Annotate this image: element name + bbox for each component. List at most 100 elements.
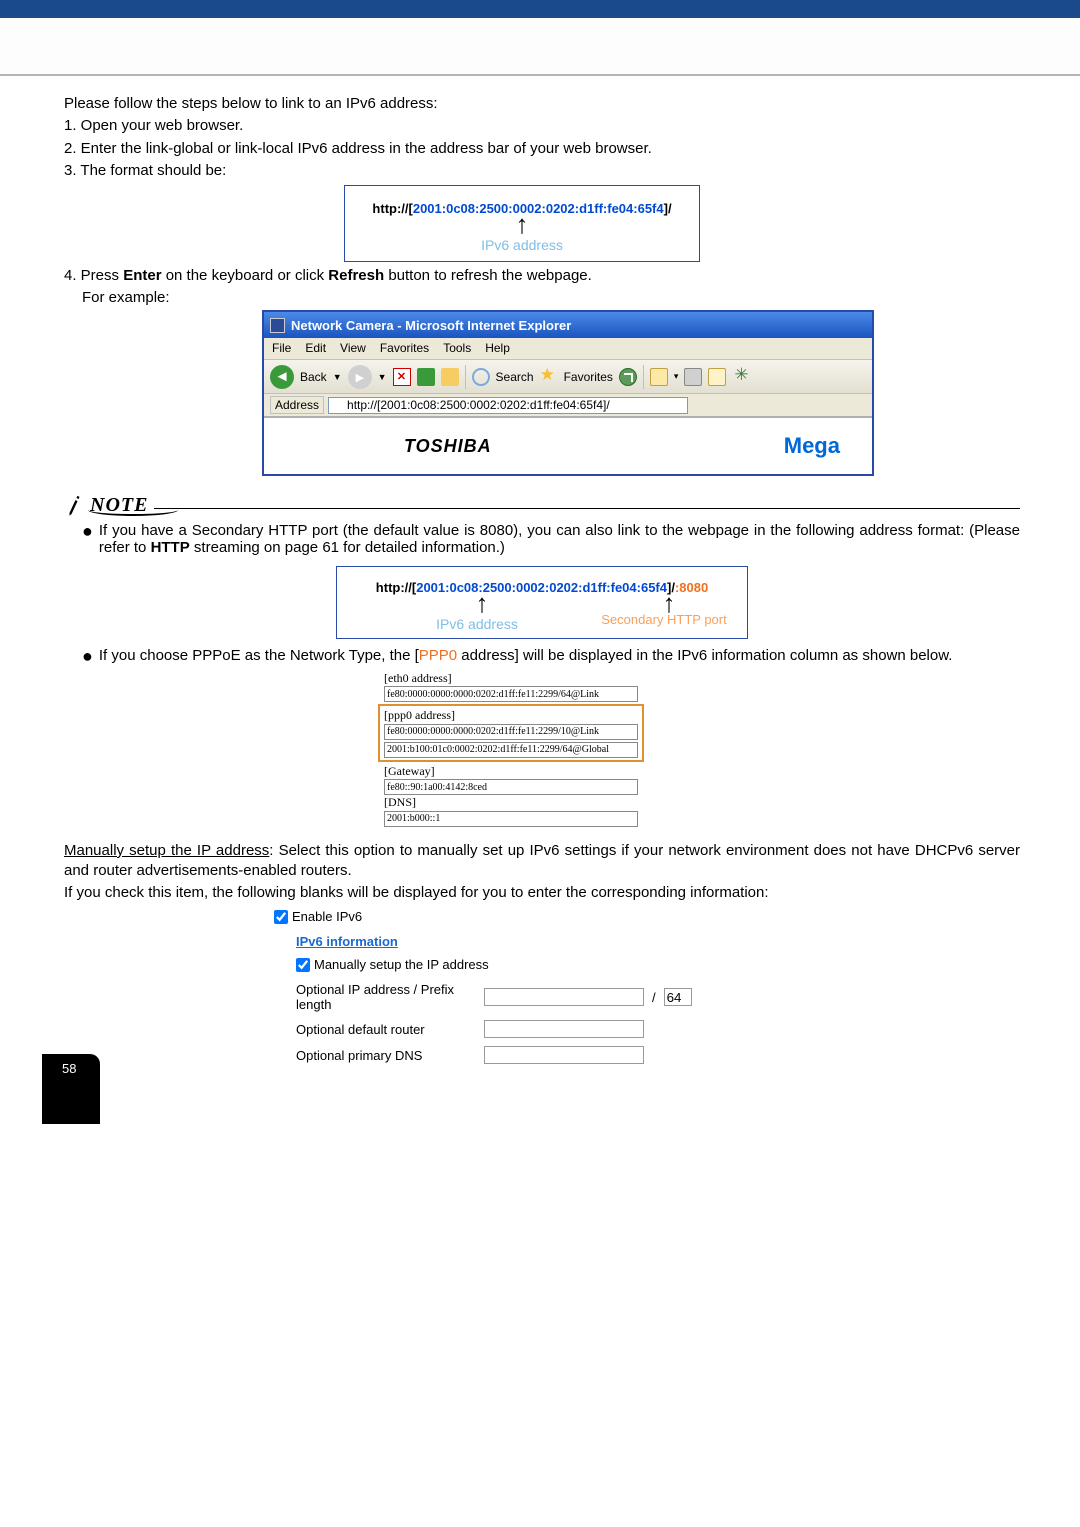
ppp0-value-2 bbox=[384, 742, 638, 758]
nb1-c: streaming on page 61 for detailed inform… bbox=[190, 539, 505, 556]
top-color-band bbox=[0, 0, 1080, 18]
ip-prefix-row: Optional IP address / Prefix length / bbox=[296, 982, 1020, 1012]
label-row: IPv6 address Secondary HTTP port bbox=[345, 612, 739, 632]
note-bullet-1: ● If you have a Secondary HTTP port (the… bbox=[82, 522, 1020, 556]
step-4: 4. Press Enter on the keyboard or click … bbox=[64, 266, 1020, 286]
ipv6-format-box: http://[2001:0c08:2500:0002:0202:d1ff:fe… bbox=[344, 185, 700, 262]
page-number: 58 bbox=[62, 1061, 76, 1076]
ie-addressbar: Address bbox=[264, 394, 872, 418]
manual-head: Manually setup the IP address bbox=[64, 842, 269, 859]
discuss-icon[interactable]: ✳ bbox=[732, 368, 750, 386]
default-router-input[interactable] bbox=[484, 1020, 644, 1038]
mail-icon[interactable] bbox=[650, 368, 668, 386]
note-block: NOTE bbox=[64, 494, 1020, 516]
default-router-label: Optional default router bbox=[296, 1022, 476, 1037]
back-dropdown-icon[interactable]: ▼ bbox=[333, 372, 342, 382]
toolbar-divider-2 bbox=[643, 365, 644, 389]
favorites-label[interactable]: Favorites bbox=[564, 370, 613, 384]
enable-ipv6-checkbox[interactable] bbox=[274, 910, 288, 924]
manual-setup-text: Manually setup the IP address: Select th… bbox=[64, 841, 1020, 882]
back-button-icon[interactable]: ◄ bbox=[270, 365, 294, 389]
ipv6-label-2: IPv6 address bbox=[355, 616, 599, 632]
ie-menubar: File Edit View Favorites Tools Help bbox=[264, 338, 872, 360]
arrow-up-icon-2: ↑ bbox=[355, 596, 609, 612]
manual-setup-checkbox[interactable] bbox=[296, 958, 310, 972]
ipv6-info-link[interactable]: IPv6 information bbox=[296, 934, 1020, 949]
nb2-c: address] will be displayed in the IPv6 i… bbox=[457, 647, 952, 664]
url-port-line: http://[2001:0c08:2500:0002:0202:d1ff:fe… bbox=[345, 579, 739, 596]
note-rule bbox=[154, 508, 1020, 509]
toshiba-logo: TOSHIBA bbox=[404, 436, 492, 457]
home-icon[interactable] bbox=[441, 368, 459, 386]
nb1-b: HTTP bbox=[151, 539, 190, 556]
ppp0-label-text: [ppp0 address] bbox=[384, 708, 638, 723]
menu-edit[interactable]: Edit bbox=[305, 341, 326, 356]
pen-icon bbox=[61, 493, 87, 519]
address-input[interactable] bbox=[328, 397, 688, 414]
step4-b: on the keyboard or click bbox=[162, 267, 329, 284]
menu-view[interactable]: View bbox=[340, 341, 366, 356]
ipv6-address-sample: 2001:0c08:2500:0002:0202:d1ff:fe04:65f4 bbox=[413, 201, 664, 216]
fwd-dropdown-icon[interactable]: ▼ bbox=[378, 372, 387, 382]
eth0-value bbox=[384, 686, 638, 702]
ppp0-label: PPP0 bbox=[419, 647, 457, 664]
search-icon[interactable] bbox=[472, 368, 490, 386]
toolbar-divider bbox=[465, 365, 466, 389]
optional-ip-input[interactable] bbox=[484, 988, 644, 1006]
refresh-bold: Refresh bbox=[328, 267, 384, 284]
primary-dns-label: Optional primary DNS bbox=[296, 1048, 476, 1063]
gateway-value bbox=[384, 779, 638, 795]
ie-app-icon bbox=[270, 318, 285, 333]
enable-ipv6-label: Enable IPv6 bbox=[292, 909, 362, 924]
menu-file[interactable]: File bbox=[272, 341, 291, 356]
default-router-row: Optional default router bbox=[296, 1020, 1020, 1038]
ppp0-highlight-box: [ppp0 address] bbox=[378, 704, 644, 762]
ipv6-label: IPv6 address bbox=[353, 237, 691, 253]
menu-favorites[interactable]: Favorites bbox=[380, 341, 429, 356]
http-prefix: http://[ bbox=[372, 201, 412, 216]
ipv6-port-format-box: http://[2001:0c08:2500:0002:0202:d1ff:fe… bbox=[336, 566, 748, 639]
f2-prefix: http://[ bbox=[376, 580, 416, 595]
ip-prefix-label: Optional IP address / Prefix length bbox=[296, 982, 476, 1012]
history-icon[interactable] bbox=[619, 368, 637, 386]
menu-tools[interactable]: Tools bbox=[443, 341, 471, 356]
stop-icon[interactable]: ✕ bbox=[393, 368, 411, 386]
menu-help[interactable]: Help bbox=[485, 341, 510, 356]
primary-dns-row: Optional primary DNS bbox=[296, 1046, 1020, 1064]
http-suffix: ]/ bbox=[664, 201, 672, 216]
refresh-icon[interactable] bbox=[417, 368, 435, 386]
ie-toolbar: ◄ Back ▼ ▸ ▼ ✕ Search Favorites ▾ ✳ bbox=[264, 360, 872, 394]
slash: / bbox=[652, 990, 656, 1005]
prefix-length-input[interactable] bbox=[664, 988, 692, 1006]
ie-title-text: Network Camera - Microsoft Internet Expl… bbox=[291, 318, 571, 333]
ipv6-info-readout: [eth0 address] [ppp0 address] [Gateway] … bbox=[384, 671, 638, 827]
mail-dropdown-icon[interactable]: ▾ bbox=[674, 371, 679, 382]
primary-dns-input[interactable] bbox=[484, 1046, 644, 1064]
edit-icon[interactable] bbox=[708, 368, 726, 386]
ie-window: Network Camera - Microsoft Internet Expl… bbox=[262, 310, 874, 476]
print-icon[interactable] bbox=[684, 368, 702, 386]
for-example: For example: bbox=[82, 288, 1020, 308]
ipv6-settings-form: Enable IPv6 IPv6 information Manually se… bbox=[274, 909, 1020, 1064]
search-label[interactable]: Search bbox=[496, 370, 534, 384]
eth0-label: [eth0 address] bbox=[384, 671, 638, 686]
favorites-star-icon[interactable] bbox=[540, 368, 558, 386]
enter-bold: Enter bbox=[123, 267, 161, 284]
note-text: NOTE bbox=[90, 494, 148, 517]
header-band bbox=[0, 18, 1080, 76]
arrow-up-icon: ↑ bbox=[353, 217, 691, 233]
back-label[interactable]: Back bbox=[300, 370, 327, 384]
f2-addr: 2001:0c08:2500:0002:0202:d1ff:fe04:65f4 bbox=[416, 580, 667, 595]
dns-value bbox=[384, 811, 638, 827]
step-1: 1. Open your web browser. bbox=[64, 116, 1020, 136]
manual-setup-row: Manually setup the IP address bbox=[296, 957, 1020, 972]
nb2-a: If you choose PPPoE as the Network Type,… bbox=[99, 647, 419, 664]
forward-button-icon[interactable]: ▸ bbox=[348, 365, 372, 389]
f2-port: :8080 bbox=[675, 580, 708, 595]
intro-text: Please follow the steps below to link to… bbox=[64, 94, 1020, 114]
note-header: NOTE bbox=[64, 494, 1020, 517]
mega-logo: Mega bbox=[784, 433, 840, 459]
step4-c: button to refresh the webpage. bbox=[384, 267, 592, 284]
ppp0-value-1 bbox=[384, 724, 638, 740]
bullet-dot-2: ● bbox=[82, 647, 93, 665]
